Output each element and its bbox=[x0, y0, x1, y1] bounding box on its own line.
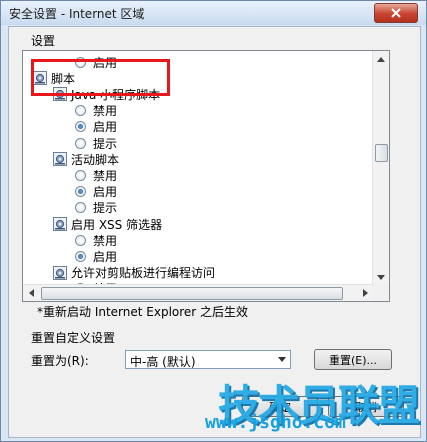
tree-item-label: 启用 XSS 筛选器 bbox=[71, 217, 163, 232]
vertical-scroll-thumb[interactable] bbox=[375, 144, 388, 162]
radio-button[interactable] bbox=[75, 137, 86, 149]
scrollbar-corner bbox=[373, 285, 389, 301]
security-level-select[interactable]: 中-高 (默认) bbox=[125, 350, 291, 369]
watermark-url: www.jsgho.com bbox=[205, 412, 346, 433]
scroll-up-button[interactable] bbox=[373, 51, 389, 67]
radio-option[interactable]: 启用 bbox=[75, 184, 117, 200]
window-title: 安全设置 - Internet 区域 bbox=[9, 7, 145, 21]
close-icon bbox=[391, 8, 401, 18]
radio-button[interactable] bbox=[75, 186, 86, 198]
radio-option[interactable]: 禁用 bbox=[75, 232, 117, 248]
tree-item-label: 活动脚本 bbox=[71, 152, 120, 167]
tree-item-label: 禁用 bbox=[93, 104, 118, 119]
settings-gear-icon bbox=[53, 152, 67, 167]
settings-group-label: 设置 bbox=[31, 34, 56, 48]
settings-gear-icon bbox=[53, 265, 67, 280]
radio-option[interactable]: 启用 bbox=[75, 119, 117, 135]
reset-group-label: 重置自定义设置 bbox=[31, 331, 116, 345]
radio-button[interactable] bbox=[75, 234, 86, 246]
reset-to-label: 重置为(R): bbox=[31, 354, 89, 368]
horizontal-scrollbar[interactable] bbox=[23, 284, 373, 301]
settings-gear-icon bbox=[53, 217, 67, 231]
tree-item-label: 提示 bbox=[93, 201, 118, 216]
radio-button[interactable] bbox=[75, 169, 86, 181]
radio-option[interactable]: 提示 bbox=[75, 135, 117, 151]
settings-category[interactable]: 启用 XSS 筛选器 bbox=[53, 216, 162, 232]
scroll-right-button[interactable] bbox=[357, 285, 373, 301]
tree-item-label: 启用 bbox=[93, 249, 118, 264]
radio-button[interactable] bbox=[75, 250, 86, 262]
close-button[interactable] bbox=[374, 3, 418, 23]
arrow-right-icon bbox=[362, 289, 368, 297]
arrow-left-icon bbox=[28, 289, 34, 297]
radio-button[interactable] bbox=[75, 121, 86, 133]
selected-level: 中-高 (默认) bbox=[130, 355, 196, 369]
settings-category[interactable]: 允许对剪贴板进行编程访问 bbox=[53, 265, 215, 281]
tree-item-label: 禁用 bbox=[93, 233, 118, 248]
vertical-scrollbar[interactable] bbox=[372, 51, 389, 285]
arrow-up-icon bbox=[377, 56, 385, 62]
tree-item-label: 提示 bbox=[93, 136, 118, 151]
scroll-down-button[interactable] bbox=[373, 269, 389, 285]
scroll-left-button[interactable] bbox=[23, 285, 39, 301]
radio-option[interactable]: 提示 bbox=[75, 200, 117, 216]
radio-option[interactable]: 禁用 bbox=[75, 103, 117, 119]
restart-note: *重新启动 Internet Explorer 之后生效 bbox=[37, 305, 249, 319]
settings-category[interactable]: 活动脚本 bbox=[53, 151, 119, 167]
dropdown-arrow-icon bbox=[278, 357, 286, 362]
radio-option[interactable]: 禁用 bbox=[75, 167, 117, 183]
tree-item-label: 禁用 bbox=[93, 168, 118, 183]
reset-button[interactable]: 重置(E)... bbox=[314, 349, 392, 370]
tree-item-label: 允许对剪贴板进行编程访问 bbox=[71, 266, 216, 281]
tree-item-label: 启用 bbox=[93, 185, 118, 200]
title-bar[interactable]: 安全设置 - Internet 区域 bbox=[1, 1, 426, 25]
tree-item-label: 启用 bbox=[93, 120, 118, 135]
radio-option[interactable]: 启用 bbox=[75, 248, 117, 264]
highlight-box bbox=[31, 59, 170, 96]
arrow-down-icon bbox=[377, 274, 385, 280]
radio-button[interactable] bbox=[75, 105, 86, 117]
radio-button[interactable] bbox=[75, 202, 86, 214]
horizontal-scroll-thumb[interactable] bbox=[41, 287, 343, 300]
